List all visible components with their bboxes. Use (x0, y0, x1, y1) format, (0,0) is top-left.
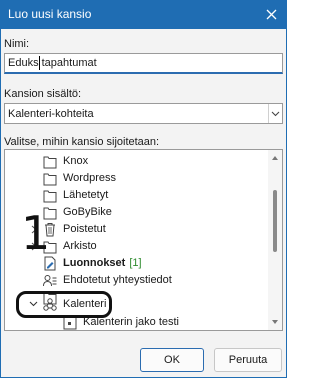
ok-button[interactable]: OK (140, 348, 204, 372)
drafts-label: Luonnokset (63, 257, 126, 269)
name-label: Nimi: (4, 38, 30, 50)
contents-dropdown-value: Kalenteri-kohteita (8, 108, 94, 120)
contents-dropdown[interactable]: Kalenteri-kohteita (4, 103, 283, 124)
scroll-up-icon[interactable] (271, 154, 279, 162)
annotation-highlight-oval (16, 291, 112, 318)
tree-item-sent[interactable]: Lähetetyt (5, 187, 269, 204)
drafts-count-badge: [1] (129, 257, 142, 269)
close-icon (266, 9, 276, 20)
cancel-button[interactable]: Peruuta (214, 348, 282, 372)
location-label: Valitse, mihin kansio sijoitetaan: (4, 136, 160, 148)
name-input[interactable]: Eduks tapahtumat (4, 53, 283, 74)
scrollbar-thumb[interactable] (273, 190, 277, 252)
text-caret (39, 56, 40, 70)
folder-icon (43, 173, 57, 186)
folder-icon (43, 190, 57, 203)
title-bar: Luo uusi kansio (0, 0, 287, 29)
close-button[interactable] (255, 0, 287, 29)
scroll-down-icon[interactable] (271, 318, 279, 326)
chevron-down-icon[interactable] (268, 104, 282, 123)
annotation-number: 1 (21, 206, 51, 260)
contacts-icon (43, 275, 57, 287)
tree-item-knox[interactable]: Knox (5, 153, 269, 170)
window-title: Luo uusi kansio (8, 7, 92, 21)
tree-item-wordpress[interactable]: Wordpress (5, 170, 269, 187)
tree-item-suggested-contacts[interactable]: Ehdotetut yhteystiedot (5, 272, 269, 289)
tree-scrollbar[interactable] (268, 150, 282, 330)
folder-icon (43, 156, 57, 169)
contents-label: Kansion sisältö: (4, 88, 82, 100)
name-input-value: Eduks tapahtumat (8, 57, 97, 69)
